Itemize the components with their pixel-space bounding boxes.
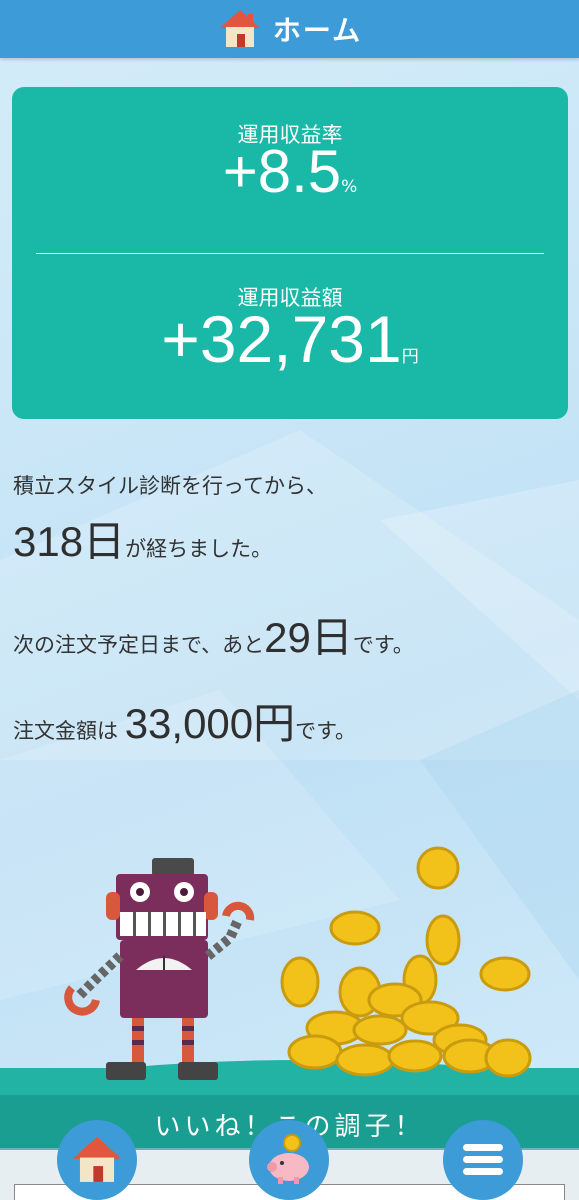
next-order-prefix: 次の注文予定日まで、あと	[13, 633, 265, 657]
return-rate-value: +8.5%	[12, 137, 568, 206]
gold-coins	[280, 846, 532, 1078]
elapsed-suffix: が経ちました。	[125, 537, 273, 561]
order-amount-suffix: です。	[295, 719, 357, 743]
return-amount-unit: 円	[401, 347, 419, 367]
menu-icon	[463, 1144, 503, 1175]
return-amount-number: +32,731	[161, 302, 402, 376]
order-amount: 33,000円	[124, 700, 296, 747]
order-amount-prefix: 注文金額は	[13, 719, 118, 743]
return-rate-unit: %	[341, 177, 358, 197]
elapsed-days-line: 318日が経ちました。	[13, 508, 272, 569]
next-order-days: 29日	[264, 614, 353, 661]
piggy-bank-icon	[267, 1134, 309, 1184]
robot-mascot	[64, 858, 255, 1080]
order-amount-line: 注文金額は 33,000円です。	[13, 690, 356, 751]
return-amount-value: +32,731円	[12, 301, 568, 377]
home-icon	[72, 1136, 122, 1182]
nav-menu-button[interactable]	[443, 1120, 523, 1200]
return-rate-number: +8.5	[222, 138, 342, 205]
next-order-line: 次の注文予定日まで、あと29日です。	[13, 604, 414, 665]
robot-coins-illustration	[0, 846, 579, 1120]
app-header: ホーム	[0, 0, 579, 58]
page-title: ホーム	[272, 14, 363, 47]
card-divider	[36, 253, 544, 254]
next-order-suffix: です。	[352, 633, 414, 657]
nav-home-button[interactable]	[57, 1120, 137, 1200]
nav-savings-button[interactable]	[249, 1120, 329, 1200]
diagnosis-intro: 積立スタイル診断を行ってから、	[13, 474, 327, 498]
home-icon	[219, 10, 260, 47]
performance-card: 運用収益率 +8.5% 運用収益額 +32,731円	[12, 87, 568, 419]
elapsed-days: 318日	[13, 518, 126, 565]
